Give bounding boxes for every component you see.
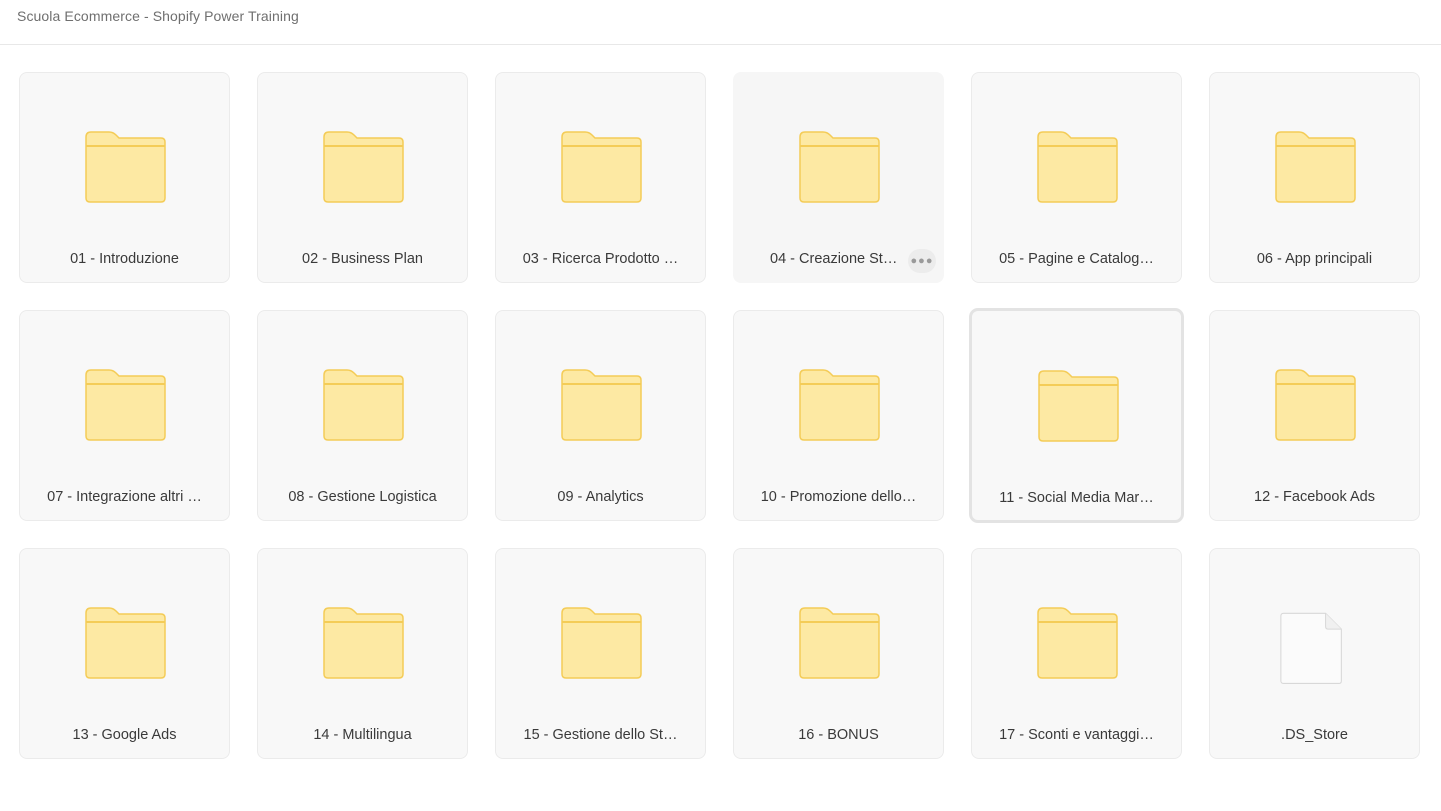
item-name: 16 - BONUS (798, 727, 879, 743)
file-icon (1280, 612, 1342, 684)
folder-tile[interactable]: 04 - Creazione Store (… ●●● (733, 72, 944, 283)
folder-tile[interactable]: 09 - Analytics (495, 310, 706, 521)
more-options-button[interactable]: ●●● (908, 249, 936, 273)
folder-tile[interactable]: 12 - Facebook Ads (1209, 310, 1420, 521)
item-name: 02 - Business Plan (302, 251, 423, 267)
item-name: 03 - Ricerca Prodotto … (522, 251, 679, 267)
folder-icon (323, 131, 404, 203)
folder-icon (1037, 607, 1118, 679)
folder-icon (1038, 370, 1119, 442)
folder-icon (799, 369, 880, 441)
file-grid: 01 - Introduzione 02 - Business Plan 03 … (19, 72, 1420, 759)
more-horizontal-icon: ●●● (910, 255, 934, 267)
breadcrumb[interactable]: Scuola Ecommerce - Shopify Power Trainin… (17, 8, 299, 24)
folder-icon (561, 607, 642, 679)
item-name: 15 - Gestione dello St… (523, 727, 678, 743)
item-name: 07 - Integrazione altri … (47, 489, 202, 505)
folder-tile[interactable]: 08 - Gestione Logistica (257, 310, 468, 521)
folder-tile[interactable]: 05 - Pagine e Catalog… (971, 72, 1182, 283)
folder-tile[interactable]: 13 - Google Ads (19, 548, 230, 759)
folder-tile[interactable]: 02 - Business Plan (257, 72, 468, 283)
folder-icon (799, 131, 880, 203)
folder-tile[interactable]: 15 - Gestione dello St… (495, 548, 706, 759)
item-name: 01 - Introduzione (70, 251, 179, 267)
item-name: 06 - App principali (1256, 251, 1373, 267)
item-name: .DS_Store (1281, 727, 1348, 743)
folder-tile[interactable]: 14 - Multilingua (257, 548, 468, 759)
item-name: 12 - Facebook Ads (1254, 489, 1375, 505)
folder-icon (1275, 131, 1356, 203)
item-name: 10 - Promozione dello… (760, 489, 917, 505)
item-name: 08 - Gestione Logistica (288, 489, 437, 505)
folder-icon (799, 607, 880, 679)
folder-tile[interactable]: 16 - BONUS (733, 548, 944, 759)
folder-tile[interactable]: 03 - Ricerca Prodotto … (495, 72, 706, 283)
folder-icon (1037, 131, 1118, 203)
folder-tile[interactable]: 06 - App principali (1209, 72, 1420, 283)
folder-tile[interactable]: 17 - Sconti e vantaggi… (971, 548, 1182, 759)
item-name: 11 - Social Media Mar… (999, 490, 1154, 506)
folder-tile[interactable]: 10 - Promozione dello… (733, 310, 944, 521)
folder-icon (85, 607, 166, 679)
folder-icon (323, 607, 404, 679)
breadcrumb-bar: Scuola Ecommerce - Shopify Power Trainin… (0, 0, 1441, 45)
folder-tile[interactable]: 07 - Integrazione altri … (19, 310, 230, 521)
item-name: 05 - Pagine e Catalog… (999, 251, 1154, 267)
folder-icon (85, 369, 166, 441)
folder-tile[interactable]: 11 - Social Media Mar… (969, 308, 1184, 523)
item-name: 04 - Creazione Store (… (770, 251, 905, 267)
folder-tile[interactable]: 01 - Introduzione (19, 72, 230, 283)
item-name: 13 - Google Ads (72, 727, 177, 743)
item-name: 09 - Analytics (557, 489, 644, 505)
file-tile[interactable]: .DS_Store (1209, 548, 1420, 759)
folder-icon (323, 369, 404, 441)
folder-icon (85, 131, 166, 203)
folder-icon (1275, 369, 1356, 441)
folder-icon (561, 369, 642, 441)
item-name: 14 - Multilingua (313, 727, 412, 743)
item-name: 17 - Sconti e vantaggi… (999, 727, 1154, 743)
folder-icon (561, 131, 642, 203)
